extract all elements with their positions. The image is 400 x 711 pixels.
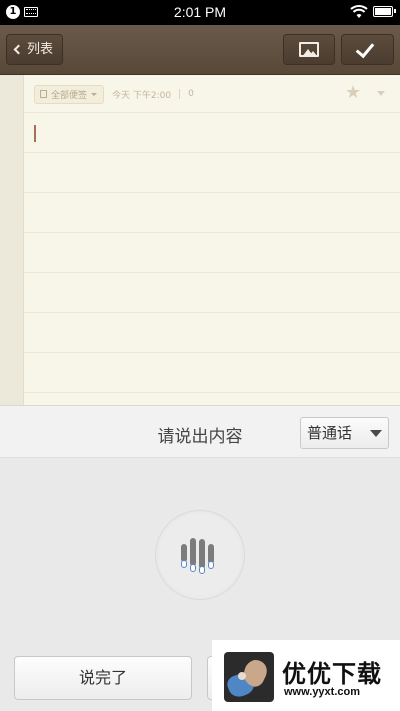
level-dot [190, 564, 196, 572]
note-margin [0, 75, 24, 405]
battery-icon [373, 6, 396, 17]
note-toolbar: 列表 [0, 25, 400, 75]
wifi-icon [350, 5, 368, 18]
chevron-down-icon [370, 430, 382, 437]
ruled-lines [0, 75, 400, 405]
level-dot [208, 561, 214, 569]
note-date: 今天 下午2:00 [112, 90, 172, 101]
status-bar: 1 2:01 PM [0, 0, 400, 25]
meta-divider [179, 89, 181, 99]
voice-level-indicator[interactable] [155, 510, 245, 600]
voice-prompt: 请说出内容 [157, 427, 243, 447]
folder-label: 全部便签 [51, 90, 88, 101]
chevron-left-icon [13, 44, 24, 55]
status-time: 2:01 PM [173, 4, 227, 20]
star-dropdown-icon[interactable] [377, 91, 385, 96]
word-count: 0 [188, 89, 194, 99]
image-icon [299, 42, 319, 57]
level-dot [181, 560, 187, 568]
language-value: 普通话 [307, 424, 353, 442]
folder-icon [40, 90, 47, 98]
finish-speaking-button[interactable]: 说完了 [14, 656, 192, 700]
level-dot [199, 566, 205, 574]
note-meta-row: 全部便签 今天 下午2:00 0 [34, 84, 194, 104]
watermark-logo [224, 652, 274, 702]
insert-image-button[interactable] [283, 34, 335, 65]
watermark-title: 优优下载 [282, 660, 382, 688]
back-button-label: 列表 [27, 42, 54, 57]
done-button[interactable] [341, 34, 394, 65]
chevron-down-icon [91, 92, 98, 96]
voice-input-header: 请说出内容 普通话 [0, 405, 400, 458]
level-bar [199, 539, 205, 569]
note-editor[interactable]: 全部便签 今天 下午2:00 0 ★ [0, 75, 400, 405]
watermark-url: www.yyxt.com [284, 686, 361, 698]
text-cursor [34, 125, 36, 142]
back-to-list-button[interactable]: 列表 [6, 34, 63, 65]
folder-selector[interactable]: 全部便签 [34, 84, 105, 104]
language-select[interactable]: 普通话 [300, 417, 389, 449]
watermark: 优优下载 www.yyxt.com [212, 640, 400, 711]
checkmark-icon [355, 38, 375, 59]
star-icon[interactable]: ★ [345, 84, 361, 102]
level-bar [190, 538, 196, 566]
